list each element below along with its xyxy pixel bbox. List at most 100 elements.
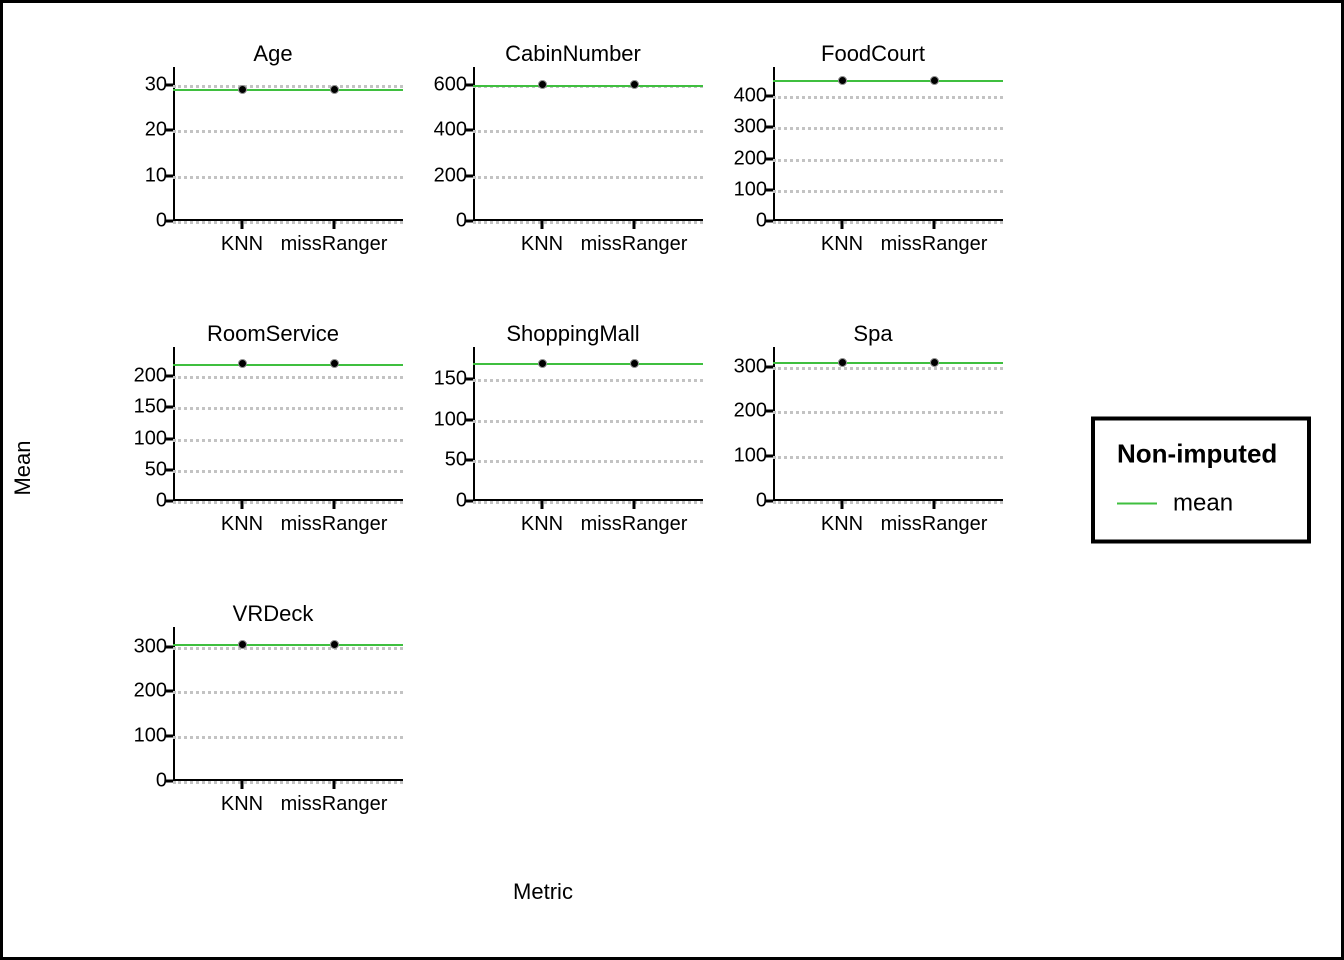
x-tick-label: KNN [521, 513, 563, 536]
x-tick-label: KNN [521, 233, 563, 256]
y-tick-label: 100 [734, 178, 767, 201]
y-tick-label: 400 [734, 85, 767, 108]
y-tick-label: 300 [734, 116, 767, 139]
x-axis-label: Metric [513, 879, 573, 905]
data-point [838, 358, 847, 367]
gridline [773, 221, 1003, 224]
y-tick-label: 300 [734, 355, 767, 378]
y-tick [465, 418, 473, 421]
gridline [473, 501, 703, 504]
facet-panel: 0200400600KNNmissRanger [473, 71, 703, 221]
gridline [173, 691, 403, 694]
facet-cell: CabinNumber0200400600KNNmissRanger [423, 33, 723, 313]
data-point [630, 359, 639, 368]
x-tick-label: missRanger [281, 513, 388, 536]
data-point [930, 358, 939, 367]
x-tick [241, 501, 244, 509]
legend-item-label: mean [1173, 490, 1233, 518]
y-tick [765, 365, 773, 368]
x-tick [241, 221, 244, 229]
x-tick [333, 501, 336, 509]
y-axis [173, 627, 175, 781]
x-tick [633, 221, 636, 229]
mean-line [473, 363, 703, 365]
y-tick [165, 174, 173, 177]
x-tick [241, 781, 244, 789]
y-tick-label: 30 [145, 73, 167, 96]
mean-line [173, 644, 403, 646]
legend: Non-imputed mean [1091, 417, 1311, 544]
y-axis [173, 347, 175, 501]
legend-title: Non-imputed [1117, 439, 1279, 470]
y-tick [765, 188, 773, 191]
data-point [630, 80, 639, 89]
y-axis [773, 67, 775, 221]
y-tick [465, 129, 473, 132]
y-tick [765, 455, 773, 458]
y-tick [165, 220, 173, 223]
gridline [473, 379, 703, 382]
y-tick-label: 20 [145, 119, 167, 142]
gridline [773, 456, 1003, 459]
data-point [330, 85, 339, 94]
gridline [773, 127, 1003, 130]
data-point [238, 640, 247, 649]
gridline [173, 85, 403, 88]
data-point [330, 359, 339, 368]
y-tick [765, 157, 773, 160]
y-axis [473, 347, 475, 501]
y-tick-label: 100 [734, 445, 767, 468]
legend-item-mean: mean [1117, 490, 1279, 518]
y-tick [765, 410, 773, 413]
facet-cell: VRDeck0100200300KNNmissRanger [123, 593, 423, 873]
gridline [473, 460, 703, 463]
x-tick-label: KNN [221, 793, 263, 816]
facet-title: RoomService [207, 321, 339, 347]
data-point [930, 76, 939, 85]
x-tick-label: KNN [821, 233, 863, 256]
y-axis [473, 67, 475, 221]
facet-title: Spa [853, 321, 892, 347]
data-point [238, 359, 247, 368]
gridline [173, 176, 403, 179]
y-tick-label: 400 [434, 119, 467, 142]
y-tick-label: 200 [434, 164, 467, 187]
gridline [173, 407, 403, 410]
facet-panel: 050100150KNNmissRanger [473, 351, 703, 501]
y-tick-label: 200 [134, 680, 167, 703]
y-tick-label: 100 [134, 725, 167, 748]
x-tick-label: missRanger [581, 513, 688, 536]
gridline [173, 130, 403, 133]
y-tick [165, 375, 173, 378]
y-tick [165, 468, 173, 471]
x-tick [841, 501, 844, 509]
x-tick [541, 501, 544, 509]
y-tick [465, 459, 473, 462]
x-tick-label: KNN [221, 513, 263, 536]
gridline [173, 439, 403, 442]
plot-area: Mean Metric Age0102030KNNmissRangerCabin… [63, 33, 1023, 903]
y-tick-label: 10 [145, 164, 167, 187]
facet-cell: FoodCourt0100200300400KNNmissRanger [723, 33, 1023, 313]
gridline [773, 367, 1003, 370]
y-tick-label: 300 [134, 635, 167, 658]
y-tick-label: 200 [134, 365, 167, 388]
mean-line [773, 362, 1003, 364]
y-tick [165, 129, 173, 132]
y-tick [165, 780, 173, 783]
facet-title: VRDeck [233, 601, 314, 627]
gridline [473, 176, 703, 179]
y-tick-label: 600 [434, 73, 467, 96]
gridline [173, 470, 403, 473]
x-tick-label: missRanger [881, 233, 988, 256]
x-tick [933, 221, 936, 229]
y-tick [165, 500, 173, 503]
data-point [538, 80, 547, 89]
y-tick [765, 126, 773, 129]
mean-line [473, 85, 703, 87]
x-tick-label: KNN [221, 233, 263, 256]
data-point [330, 640, 339, 649]
y-tick-label: 200 [734, 147, 767, 170]
facet-panel: 0100200300400KNNmissRanger [773, 71, 1003, 221]
gridline [173, 501, 403, 504]
